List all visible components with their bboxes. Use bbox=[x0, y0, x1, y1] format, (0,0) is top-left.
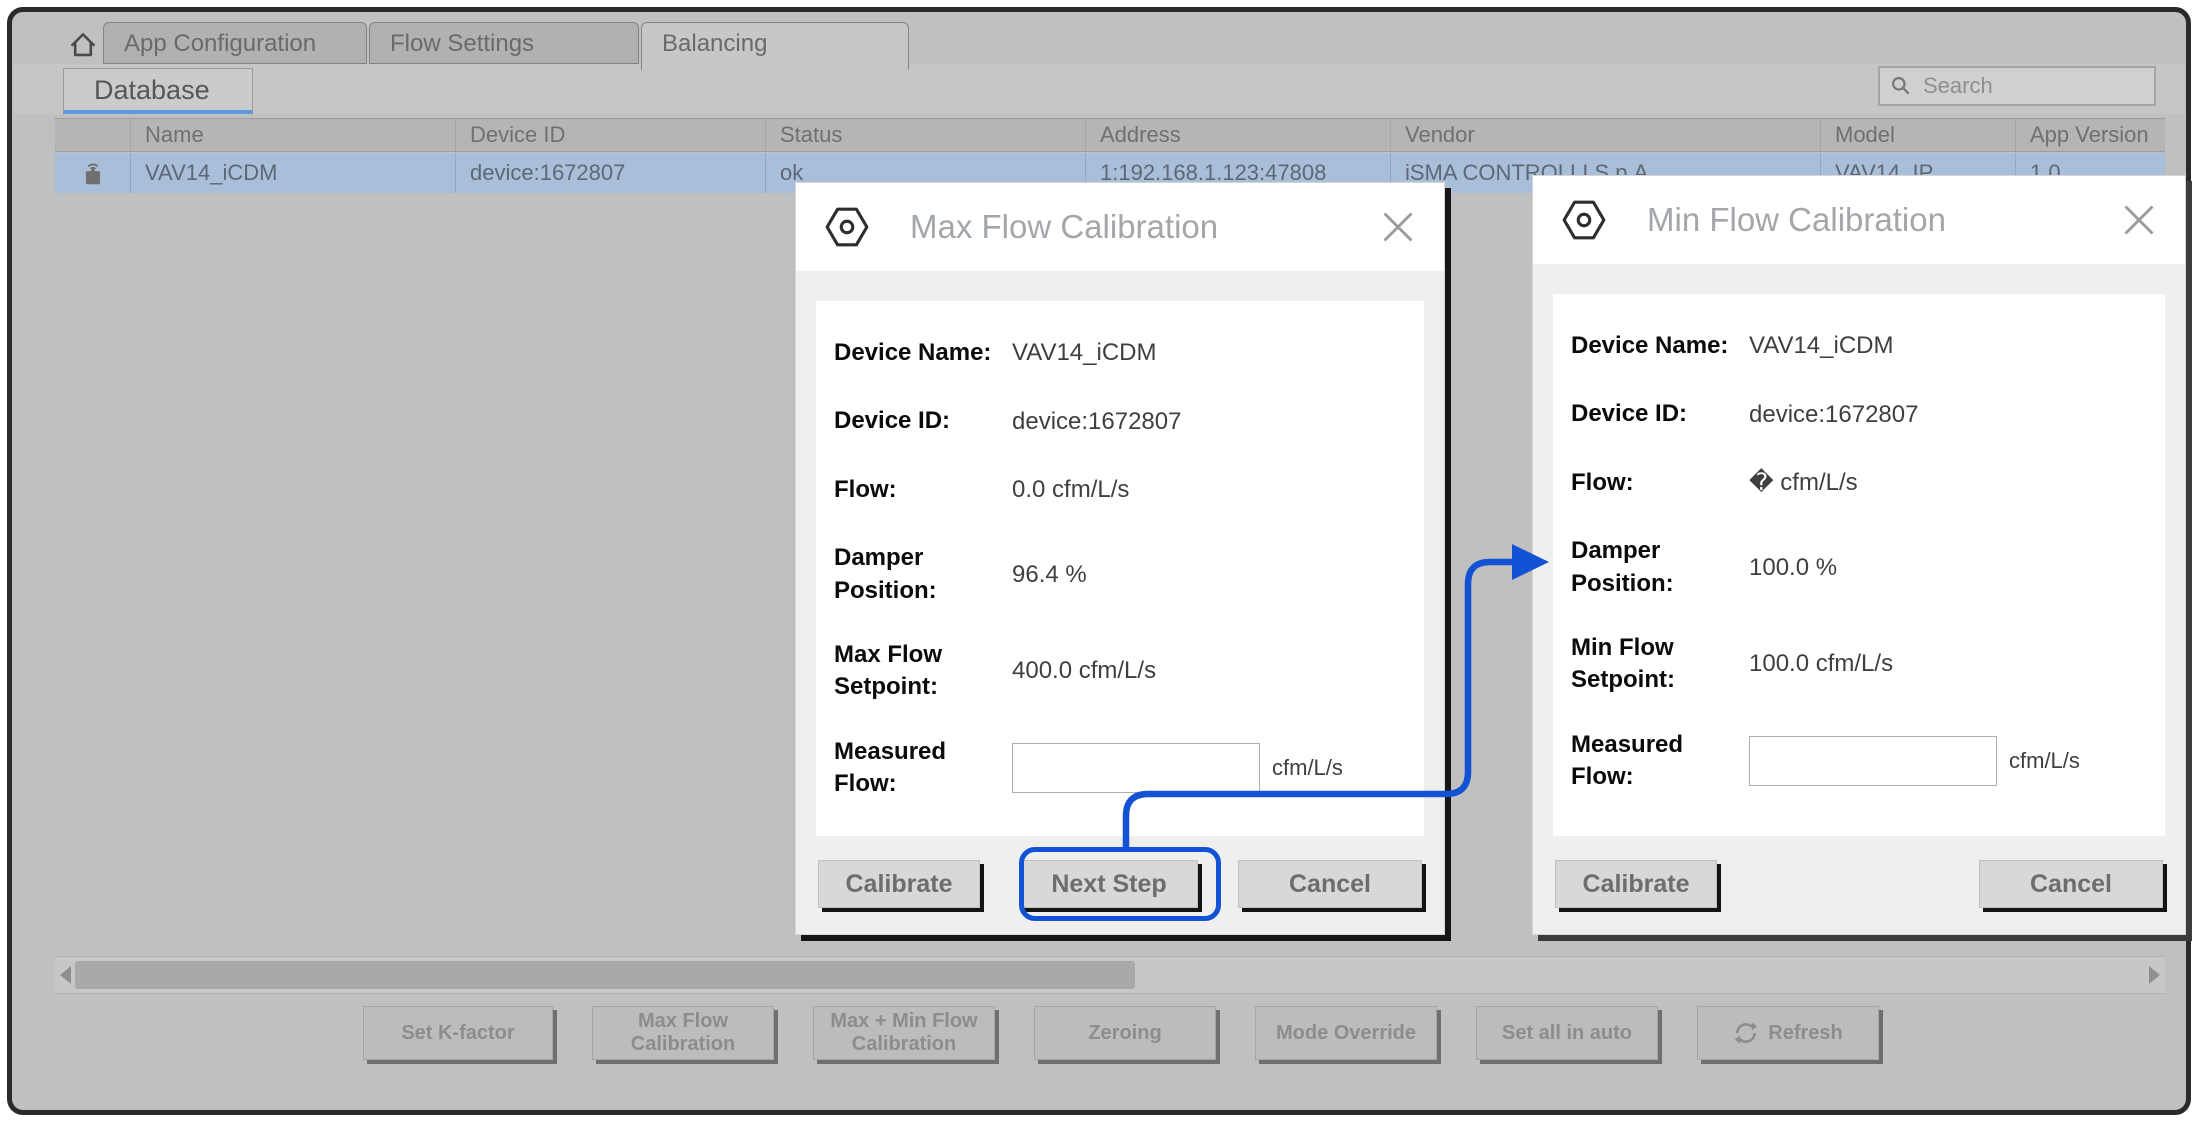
close-icon[interactable] bbox=[1380, 209, 1416, 245]
horizontal-scrollbar[interactable] bbox=[55, 956, 2165, 994]
field-value: 100.0 % bbox=[1749, 554, 1837, 582]
column-header-name[interactable]: Name bbox=[130, 119, 455, 151]
field-value: 96.4 % bbox=[1012, 561, 1087, 589]
field-value: 0.0 cfm/L/s bbox=[1012, 476, 1129, 504]
dialog-header: Min Flow Calibration bbox=[1533, 176, 2185, 264]
measured-flow-input[interactable] bbox=[1749, 736, 1997, 786]
cell-name: VAV14_iCDM bbox=[130, 153, 455, 193]
field-label: Measured Flow: bbox=[1571, 729, 1749, 794]
column-header-vendor[interactable]: Vendor bbox=[1390, 119, 1820, 151]
refresh-label: Refresh bbox=[1768, 1022, 1842, 1045]
field-label: Flow: bbox=[1571, 467, 1749, 499]
tab-app-configuration[interactable]: App Configuration bbox=[103, 22, 367, 64]
column-header-app-version[interactable]: App Version bbox=[2015, 119, 2165, 151]
scroll-left-icon[interactable] bbox=[60, 966, 71, 984]
tab-database[interactable]: Database bbox=[63, 68, 253, 114]
dialog-body: Device Name:VAV14_iCDM Device ID:device:… bbox=[816, 301, 1424, 836]
unit-label: cfm/L/s bbox=[2009, 748, 2080, 774]
refresh-icon bbox=[1733, 1020, 1759, 1046]
column-header-address[interactable]: Address bbox=[1085, 119, 1390, 151]
set-k-factor-button[interactable]: Set K-factor bbox=[363, 1006, 553, 1060]
close-icon[interactable] bbox=[2121, 202, 2157, 238]
field-label: Damper Position: bbox=[834, 542, 1012, 607]
field-label: Device Name: bbox=[834, 337, 1012, 369]
cell-device-id: device:1672807 bbox=[455, 153, 765, 193]
set-all-in-auto-button[interactable]: Set all in auto bbox=[1476, 1006, 1658, 1060]
subtab-strip bbox=[13, 64, 2185, 114]
scrollbar-thumb[interactable] bbox=[75, 961, 1135, 989]
tab-balancing[interactable]: Balancing bbox=[641, 22, 909, 70]
dialog-header: Max Flow Calibration bbox=[796, 183, 1444, 271]
cancel-button[interactable]: Cancel bbox=[1979, 860, 2163, 908]
field-value: VAV14_iCDM bbox=[1749, 332, 1894, 360]
field-value: 400.0 cfm/L/s bbox=[1012, 657, 1156, 685]
calibrate-button[interactable]: Calibrate bbox=[1555, 860, 1717, 908]
home-icon[interactable] bbox=[66, 28, 100, 62]
unit-label: cfm/L/s bbox=[1272, 755, 1343, 781]
field-value: � cfm/L/s bbox=[1749, 468, 1858, 497]
field-value: 100.0 cfm/L/s bbox=[1749, 650, 1893, 678]
search-icon bbox=[1890, 75, 1912, 97]
field-label: Flow: bbox=[834, 474, 1012, 506]
field-value: device:1672807 bbox=[1749, 401, 1918, 429]
column-header-device-id[interactable]: Device ID bbox=[455, 119, 765, 151]
measured-flow-input[interactable] bbox=[1012, 743, 1260, 793]
field-label: Device ID: bbox=[1571, 398, 1749, 430]
min-flow-calibration-dialog: Min Flow Calibration Device Name:VAV14_i… bbox=[1532, 175, 2186, 935]
cancel-button[interactable]: Cancel bbox=[1238, 860, 1422, 908]
field-label: Measured Flow: bbox=[834, 736, 1012, 801]
column-header-model[interactable]: Model bbox=[1820, 119, 2015, 151]
nut-icon bbox=[1561, 197, 1607, 243]
next-step-button[interactable]: Next Step bbox=[1020, 860, 1198, 908]
mode-override-button[interactable]: Mode Override bbox=[1255, 1006, 1437, 1060]
field-label: Device Name: bbox=[1571, 330, 1749, 362]
dialog-body: Device Name:VAV14_iCDM Device ID:device:… bbox=[1553, 294, 2165, 836]
tab-flow-settings[interactable]: Flow Settings bbox=[369, 22, 639, 64]
field-value: VAV14_iCDM bbox=[1012, 339, 1157, 367]
max-flow-calibration-dialog: Max Flow Calibration Device Name:VAV14_i… bbox=[795, 182, 1445, 935]
search-input[interactable] bbox=[1921, 72, 2144, 100]
app-window: App Configuration Flow Settings Balancin… bbox=[0, 0, 2198, 1122]
field-label: Max Flow Setpoint: bbox=[834, 639, 1012, 704]
zeroing-button[interactable]: Zeroing bbox=[1034, 1006, 1216, 1060]
max-flow-calibration-button[interactable]: Max Flow Calibration bbox=[592, 1006, 774, 1060]
scroll-right-icon[interactable] bbox=[2149, 966, 2160, 984]
dialog-title: Max Flow Calibration bbox=[910, 208, 1380, 246]
search-box[interactable] bbox=[1878, 66, 2156, 106]
max-min-flow-calibration-button[interactable]: Max + Min Flow Calibration bbox=[813, 1006, 995, 1060]
action-button-bar: Set K-factor Max Flow Calibration Max + … bbox=[363, 1006, 1879, 1060]
field-label: Min Flow Setpoint: bbox=[1571, 632, 1749, 697]
dialog-footer: Calibrate Cancel bbox=[1555, 860, 2163, 908]
dialog-footer: Calibrate Next Step Cancel bbox=[818, 860, 1422, 908]
column-header-status[interactable]: Status bbox=[765, 119, 1085, 151]
dialog-title: Min Flow Calibration bbox=[1647, 201, 2121, 239]
device-icon bbox=[55, 153, 130, 193]
field-label: Damper Position: bbox=[1571, 535, 1749, 600]
calibrate-button[interactable]: Calibrate bbox=[818, 860, 980, 908]
field-label: Device ID: bbox=[834, 405, 1012, 437]
refresh-button[interactable]: Refresh bbox=[1697, 1006, 1879, 1060]
table-header: Name Device ID Status Address Vendor Mod… bbox=[55, 118, 2165, 152]
field-value: device:1672807 bbox=[1012, 408, 1181, 436]
column-header-icon bbox=[55, 119, 130, 151]
nut-icon bbox=[824, 204, 870, 250]
